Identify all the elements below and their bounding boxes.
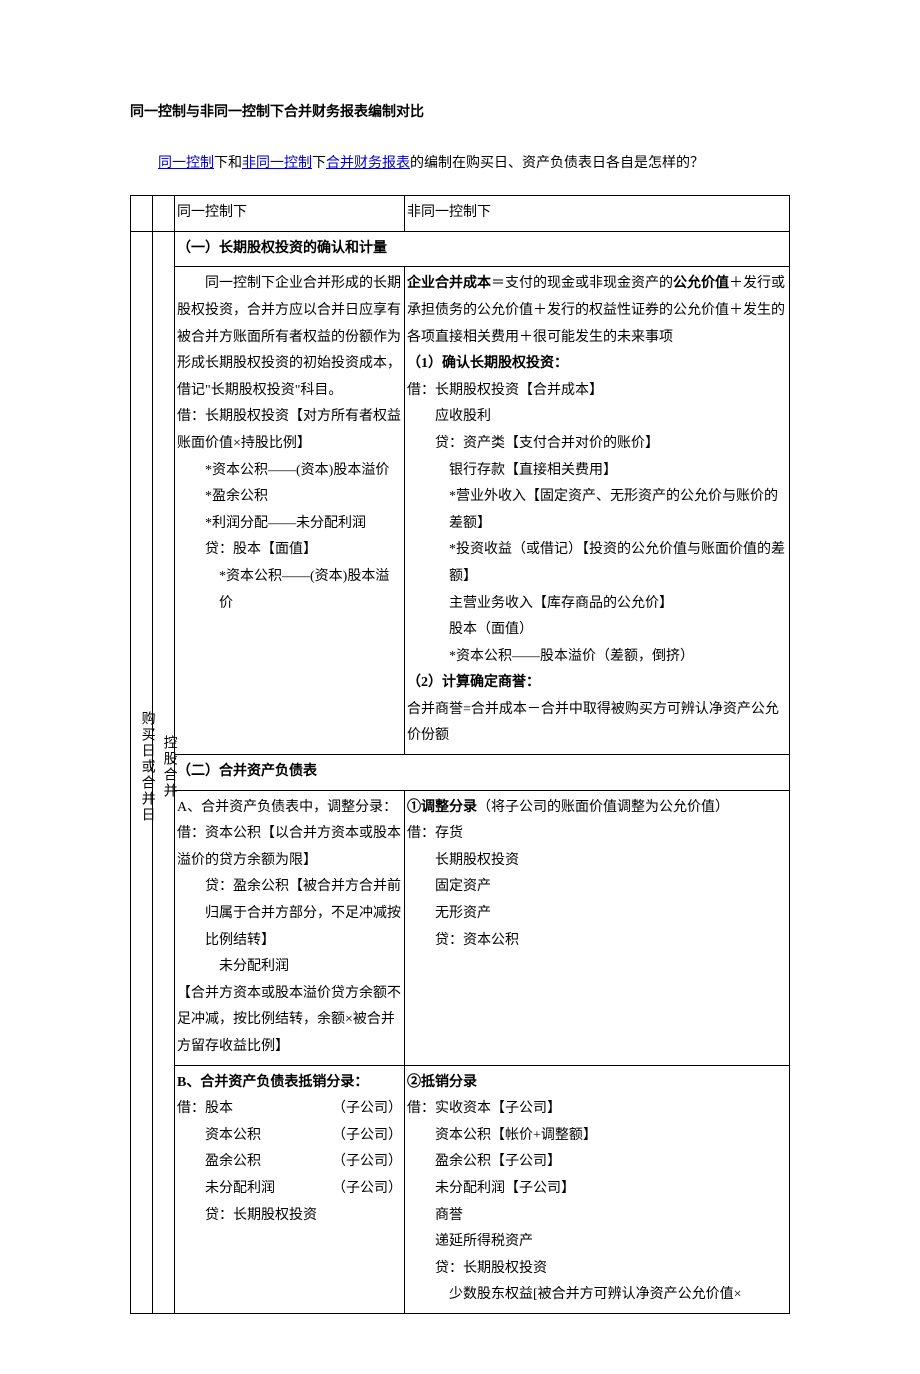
s2a-right-r1: ①调整分录（将子公司的账面价值调整为公允价值） [407, 795, 787, 822]
s1-right-r7: *营业外收入【固定资产、无形资产的公允价与账价的差额】 [407, 484, 787, 537]
s1-right-r13: 合并商誉=合并成本－合并中取得被购买方可辨认净资产公允价份额 [407, 697, 787, 750]
s2b-left-l5: 未分配利润（子公司） [177, 1176, 402, 1203]
s1-right-r4: 应收股利 [407, 404, 787, 431]
s2a-left-cell: A、合并资产负债表中，调整分录： 借：资本公积【以合并方资本或股本溢价的贷方余额… [175, 790, 405, 1065]
s2b-right-r2: 借：实收资本【子公司】 [407, 1096, 787, 1123]
s1-left-cell: 同一控制下企业合并形成的长期股权投资，合并方应以合并日应享有被合并方账面所有者权… [175, 267, 405, 755]
s2b-right-r5: 未分配利润【子公司】 [407, 1176, 787, 1203]
s1-right-p1: 企业合并成本＝支付的现金或非现金资产的公允价值＋发行或承担债务的公允价值＋发行的… [407, 271, 787, 351]
s1-right-r5: 贷：资产类【支付合并对价的账价】 [407, 431, 787, 458]
section-2-header: （二）合并资产负债表 [175, 755, 790, 791]
s2b-left-l4: 盈余公积（子公司） [177, 1149, 402, 1176]
intro-text-3: 的编制在购买日、资产负债表日各自是怎样的？ [410, 156, 704, 171]
s1-right-r6: 银行存款【直接相关费用】 [407, 458, 787, 485]
s2b-right-r8: 贷：长期股权投资 [407, 1256, 787, 1283]
s2a-right-r1b: （将子公司的账面价值调整为公允价值） [477, 800, 729, 815]
s2a-left-l3: 贷：盈余公积【被合并方合并前归属于合并方部分，不足冲减按比例结转】 [177, 874, 402, 954]
s1-right-r11: *资本公积——股本溢价（差额，倒挤） [407, 644, 787, 671]
s2a-right-r6: 贷：资本公积 [407, 928, 787, 955]
s2a-left-l2: 借：资本公积【以合并方资本或股本溢价的贷方余额为限】 [177, 821, 402, 874]
s2a-right-r4: 固定资产 [407, 874, 787, 901]
s2b-right-r3: 资本公积【帐价+调整额】 [407, 1123, 787, 1150]
s2a-left-l5: 【合并方资本或股本溢价贷方余额不足冲减，按比例结转，余额×被合并方留存收益比例】 [177, 981, 402, 1061]
s1-right-r10: 股本（面值） [407, 617, 787, 644]
s1-right-r12: （2）计算确定商誉： [407, 670, 787, 697]
s1-left-l6: 贷：股本【面值】 [177, 537, 402, 564]
intro-text-2: 下 [312, 156, 326, 171]
s2a-right-r2: 借：存货 [407, 821, 787, 848]
s1-right-r2: （1）确认长期股权投资： [407, 351, 787, 378]
s1-right-r9: 主营业务收入【库存商品的公允价】 [407, 591, 787, 618]
header-blank-2 [153, 196, 175, 232]
s2a-right-r5: 无形资产 [407, 901, 787, 928]
s1-right-r1b: ＝支付的现金或非现金资产的 [491, 276, 673, 291]
s1-left-l5: *利润分配——未分配利润 [177, 511, 402, 538]
s2a-right-cell: ①调整分录（将子公司的账面价值调整为公允价值） 借：存货 长期股权投资 固定资产… [405, 790, 790, 1065]
s2b-left-l3: 资本公积（子公司） [177, 1123, 402, 1150]
s2b-left-l1: B、合并资产负债表抵销分录： [177, 1070, 402, 1097]
header-same-control: 同一控制下 [175, 196, 405, 232]
s1-right-r3: 借：长期股权投资【合并成本】 [407, 378, 787, 405]
link-consolidated-statements[interactable]: 合并财务报表 [326, 156, 410, 171]
header-non-same-control: 非同一控制下 [405, 196, 790, 232]
comparison-table: 同一控制下 非同一控制下 购买日或合并日 控股合并 （一）长期股权投资的确认和计… [130, 195, 790, 1314]
section-1-header: （一）长期股权投资的确认和计量 [175, 231, 790, 267]
s2a-left-l1: A、合并资产负债表中，调整分录： [177, 795, 402, 822]
s1-right-cell: 企业合并成本＝支付的现金或非现金资产的公允价值＋发行或承担债务的公允价值＋发行的… [405, 267, 790, 755]
link-non-same-control[interactable]: 非同一控制 [242, 156, 312, 171]
s2a-right-r3: 长期股权投资 [407, 848, 787, 875]
s2a-right-r1a: ①调整分录 [407, 800, 477, 815]
s1-left-para: 同一控制下企业合并形成的长期股权投资，合并方应以合并日应享有被合并方账面所有者权… [177, 271, 402, 404]
s2b-right-r7: 递延所得税资产 [407, 1229, 787, 1256]
intro-paragraph: 同一控制下和非同一控制下合并财务报表的编制在购买日、资产负债表日各自是怎样的？ [130, 151, 790, 178]
s2b-left-l6: 贷：长期股权投资 [177, 1203, 402, 1230]
s2b-right-r6: 商誉 [407, 1203, 787, 1230]
header-blank-1 [131, 196, 153, 232]
s2a-left-l4: 未分配利润 [177, 954, 402, 981]
s1-right-r8: *投资收益（或借记）【投资的公允价值与账面价值的差额】 [407, 537, 787, 590]
row-label-holding-merger: 控股合并 [153, 231, 175, 1313]
s2b-right-r1: ②抵销分录 [407, 1070, 787, 1097]
s2b-left-l2: 借：股本（子公司） [177, 1096, 402, 1123]
intro-text-1: 下和 [214, 156, 242, 171]
s2b-right-r9: 少数股东权益[被合并方可辨认净资产公允价值× [407, 1282, 787, 1309]
s2b-left-cell: B、合并资产负债表抵销分录： 借：股本（子公司） 资本公积（子公司） 盈余公积（… [175, 1065, 405, 1313]
s1-left-l4: *盈余公积 [177, 484, 402, 511]
s1-left-l2: 借：长期股权投资【对方所有者权益账面价值×持股比例】 [177, 404, 402, 457]
s1-right-r1a: 企业合并成本 [407, 276, 491, 291]
page-title: 同一控制与非同一控制下合并财务报表编制对比 [130, 100, 790, 127]
row-label-purchase-date: 购买日或合并日 [131, 231, 153, 1313]
s2b-right-cell: ②抵销分录 借：实收资本【子公司】 资本公积【帐价+调整额】 盈余公积【子公司】… [405, 1065, 790, 1313]
s1-left-l3: *资本公积——(资本)股本溢价 [177, 458, 402, 485]
s1-right-r1c: 公允价值 [673, 276, 729, 291]
s1-left-l7: *资本公积——(资本)股本溢价 [177, 564, 402, 617]
link-same-control[interactable]: 同一控制 [158, 156, 214, 171]
s2b-right-r4: 盈余公积【子公司】 [407, 1149, 787, 1176]
